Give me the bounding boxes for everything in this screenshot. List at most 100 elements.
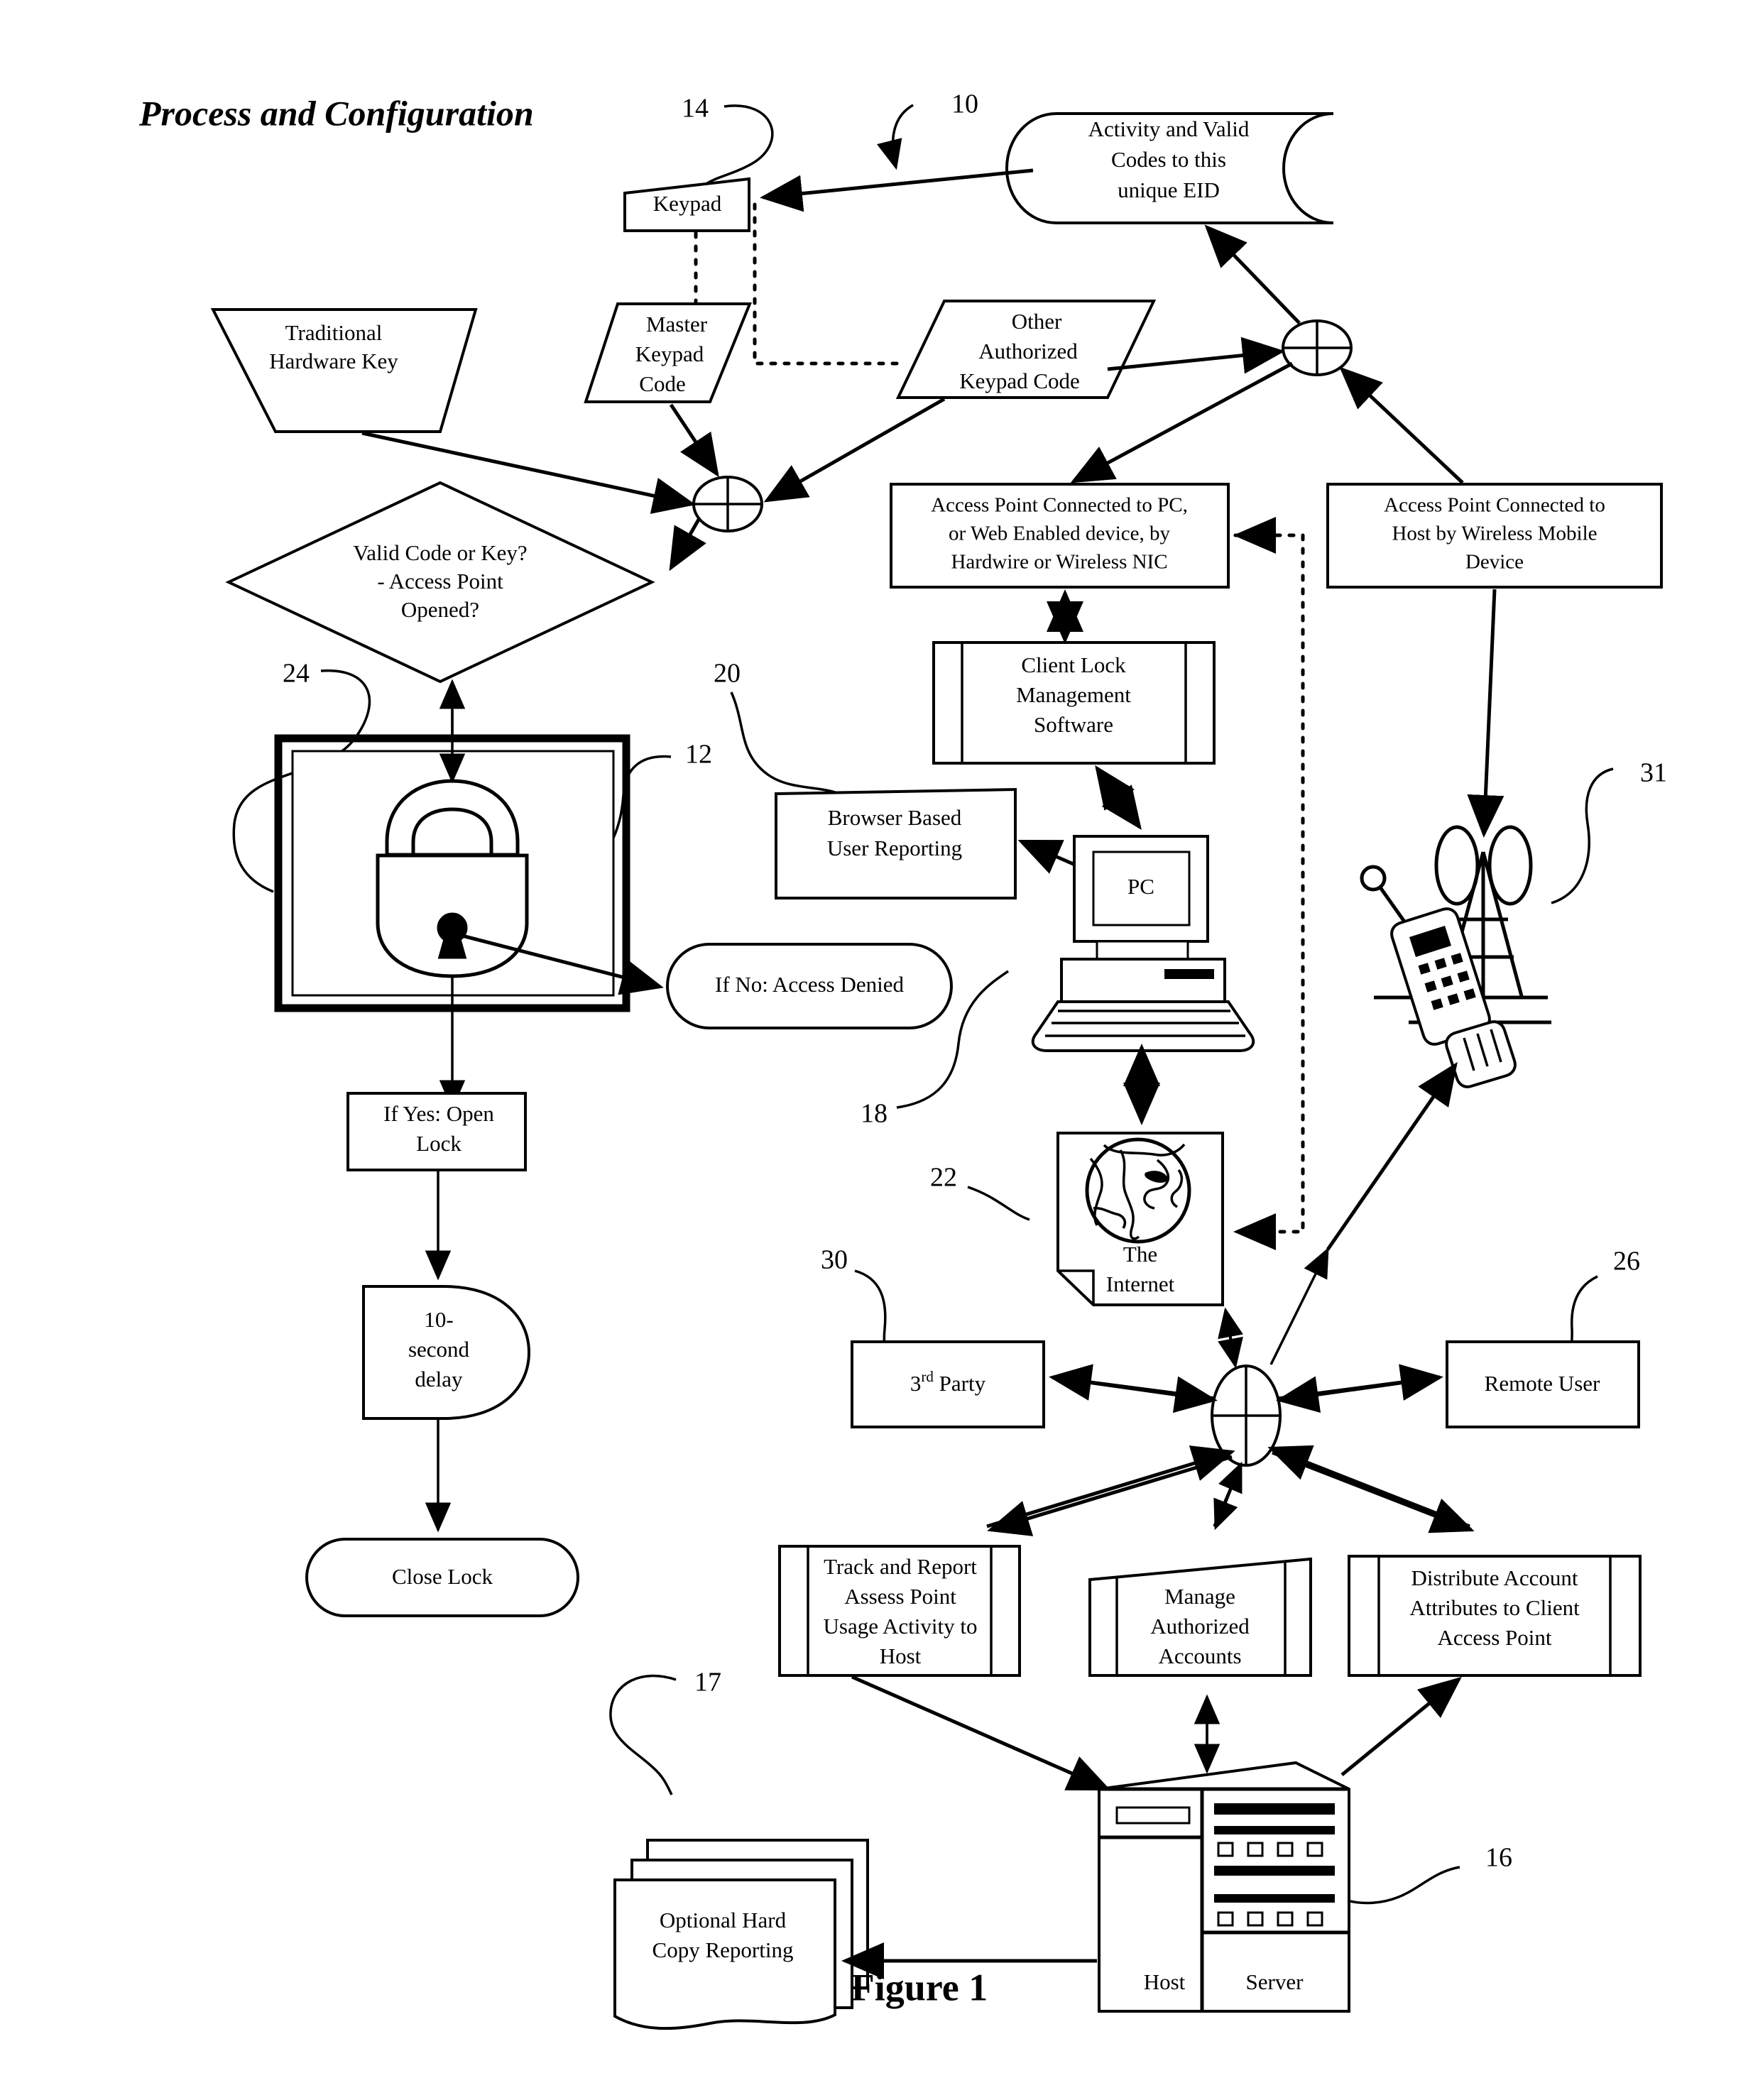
- activity-codes-line2: Codes to this: [1111, 147, 1226, 172]
- activity-codes-line3: unique EID: [1118, 177, 1220, 202]
- distribute-line2: Attributes to Client: [1409, 1595, 1580, 1620]
- delay-line3: delay: [415, 1367, 463, 1391]
- access-point-host-line3: Device: [1465, 551, 1524, 574]
- leader-line-31: [1551, 767, 1614, 904]
- browser-report-line2: User Reporting: [827, 836, 962, 860]
- leader-line-16: [1350, 1866, 1460, 1905]
- arrow-activity-to-keypad: [760, 168, 1034, 212]
- manage-accounts-line1: Manage: [1164, 1584, 1235, 1609]
- ref-number-10: 10: [951, 89, 978, 119]
- access-point-pc-line1: Access Point Connected to PC,: [931, 494, 1188, 517]
- arrow-junction-to-track: [987, 1455, 1233, 1536]
- close-lock-label: Close Lock: [392, 1564, 493, 1589]
- access-point-host-line2: Host by Wireless Mobile: [1392, 523, 1597, 545]
- track-report-line3: Usage Activity to: [824, 1614, 978, 1639]
- arrow-3rdparty-to-junction: [1052, 1375, 1218, 1413]
- client-lock-line3: Software: [1034, 712, 1113, 737]
- arrow-other-to-upper-junction: [1107, 337, 1285, 374]
- keypad-label: Keypad: [653, 191, 722, 216]
- internet-line1: The: [1123, 1242, 1157, 1267]
- access-point-host-line1: Access Point Connected to: [1384, 494, 1605, 517]
- other-code-line1: Other: [1012, 309, 1062, 334]
- remote-user-label: Remote User: [1485, 1371, 1600, 1396]
- traditional-key-line1: Traditional: [285, 320, 383, 345]
- arrow-distribute-to-junction: [1267, 1445, 1470, 1528]
- stacked-documents-icon: [613, 1839, 869, 2030]
- arrow-junction-to-manage: [1213, 1463, 1243, 1531]
- decision-line3: Opened?: [401, 597, 479, 622]
- track-report-line4: Host: [880, 1644, 922, 1668]
- arrow-ap-host-to-junction: [1339, 366, 1464, 484]
- ref-number-22: 22: [930, 1163, 957, 1193]
- server-label: Server: [1246, 1969, 1304, 1994]
- activity-codes-line1: Activity and Valid: [1088, 116, 1250, 141]
- master-code-line2: Keypad: [635, 341, 704, 366]
- ref-number-17: 17: [694, 1668, 721, 1697]
- hard-copy-line1: Optional Hard: [660, 1908, 787, 1932]
- hard-copy-line2: Copy Reporting: [652, 1937, 794, 1962]
- ref-number-14: 14: [682, 94, 709, 124]
- leader-arrow-10: [877, 104, 914, 170]
- decision-line2: - Access Point: [377, 569, 503, 594]
- arrow-server-to-distribute: [1340, 1676, 1462, 1776]
- track-report-line2: Assess Point: [844, 1584, 956, 1609]
- other-code-line2: Authorized: [978, 339, 1078, 363]
- delay-line1: 10-: [424, 1307, 453, 1332]
- ref-number-26: 26: [1613, 1247, 1640, 1276]
- dotted-ap-to-internet: [1233, 533, 1305, 1234]
- ref-number-31: 31: [1640, 758, 1667, 788]
- ref-number-20: 20: [714, 659, 741, 689]
- master-code-line1: Master: [646, 312, 708, 337]
- arrow-remoteuser-to-junction: [1276, 1375, 1441, 1413]
- mobile-phone-icon: [1360, 865, 1517, 1088]
- arrow-clientlock-to-pc: [1095, 767, 1142, 831]
- arrow-track-to-junction: [986, 1445, 1235, 1528]
- leader-line-22: [967, 1186, 1030, 1221]
- arrow-junction-to-tower: [1326, 1061, 1458, 1251]
- arrow-track-to-server: [851, 1675, 1111, 1791]
- access-point-pc-line3: Hardwire or Wireless NIC: [951, 551, 1167, 574]
- arrow-key-to-junction: [361, 431, 696, 514]
- arrow-junction-to-decision: [669, 517, 706, 572]
- client-lock-line2: Management: [1016, 682, 1131, 707]
- other-code-line3: Keypad Code: [959, 368, 1080, 393]
- master-code-line3: Code: [639, 371, 685, 396]
- host-label: Host: [1144, 1969, 1186, 1994]
- ref-number-18: 18: [861, 1099, 888, 1129]
- desktop-computer-icon: PC: [1031, 835, 1255, 1052]
- open-lock-line1: If Yes: Open: [383, 1101, 494, 1126]
- patent-figure-root: Process and Configuration 14 10 Activity…: [0, 0, 1753, 2100]
- access-denied-label: If No: Access Denied: [715, 972, 904, 997]
- junction-node-left: [692, 476, 763, 532]
- open-lock-line2: Lock: [416, 1131, 462, 1156]
- process-configuration-diagram: Process and Configuration 14 10 Activity…: [138, 89, 1667, 2030]
- browser-report-line1: Browser Based: [828, 805, 962, 830]
- dotted-keypad-to-other: [753, 202, 900, 366]
- ref-number-16: 16: [1485, 1843, 1512, 1873]
- junction-node-upper: [1282, 319, 1353, 376]
- manage-accounts-line2: Authorized: [1150, 1614, 1250, 1639]
- manage-accounts-line3: Accounts: [1158, 1644, 1241, 1668]
- decision-line1: Valid Code or Key?: [353, 540, 527, 565]
- ref-number-12: 12: [685, 740, 712, 770]
- line-junction-to-tower-up: [1269, 1247, 1329, 1365]
- ref-number-30: 30: [821, 1245, 848, 1275]
- page-title: Process and Configuration: [138, 93, 534, 133]
- arrow-ap-host-to-tower: [1467, 589, 1504, 838]
- arrow-junction-to-distribute: [1272, 1450, 1475, 1533]
- client-lock-line1: Client Lock: [1021, 652, 1126, 677]
- internet-line2: Internet: [1106, 1272, 1175, 1296]
- host-server-icon: [1098, 1761, 1350, 2013]
- arrow-master-to-junction: [669, 403, 719, 478]
- pc-screen-label: PC: [1127, 874, 1154, 899]
- arrow-junction-to-activity: [1204, 224, 1301, 324]
- leader-line-17: [609, 1674, 677, 1795]
- ref-number-24: 24: [283, 659, 310, 689]
- delay-line2: second: [408, 1337, 470, 1362]
- track-report-line1: Track and Report: [824, 1554, 977, 1579]
- traditional-key-line2: Hardware Key: [269, 349, 398, 373]
- distribute-line3: Access Point: [1437, 1625, 1551, 1650]
- access-point-pc-line2: or Web Enabled device, by: [949, 523, 1170, 545]
- arrow-internet-to-junction: [1218, 1311, 1243, 1369]
- distribute-line1: Distribute Account: [1411, 1565, 1578, 1590]
